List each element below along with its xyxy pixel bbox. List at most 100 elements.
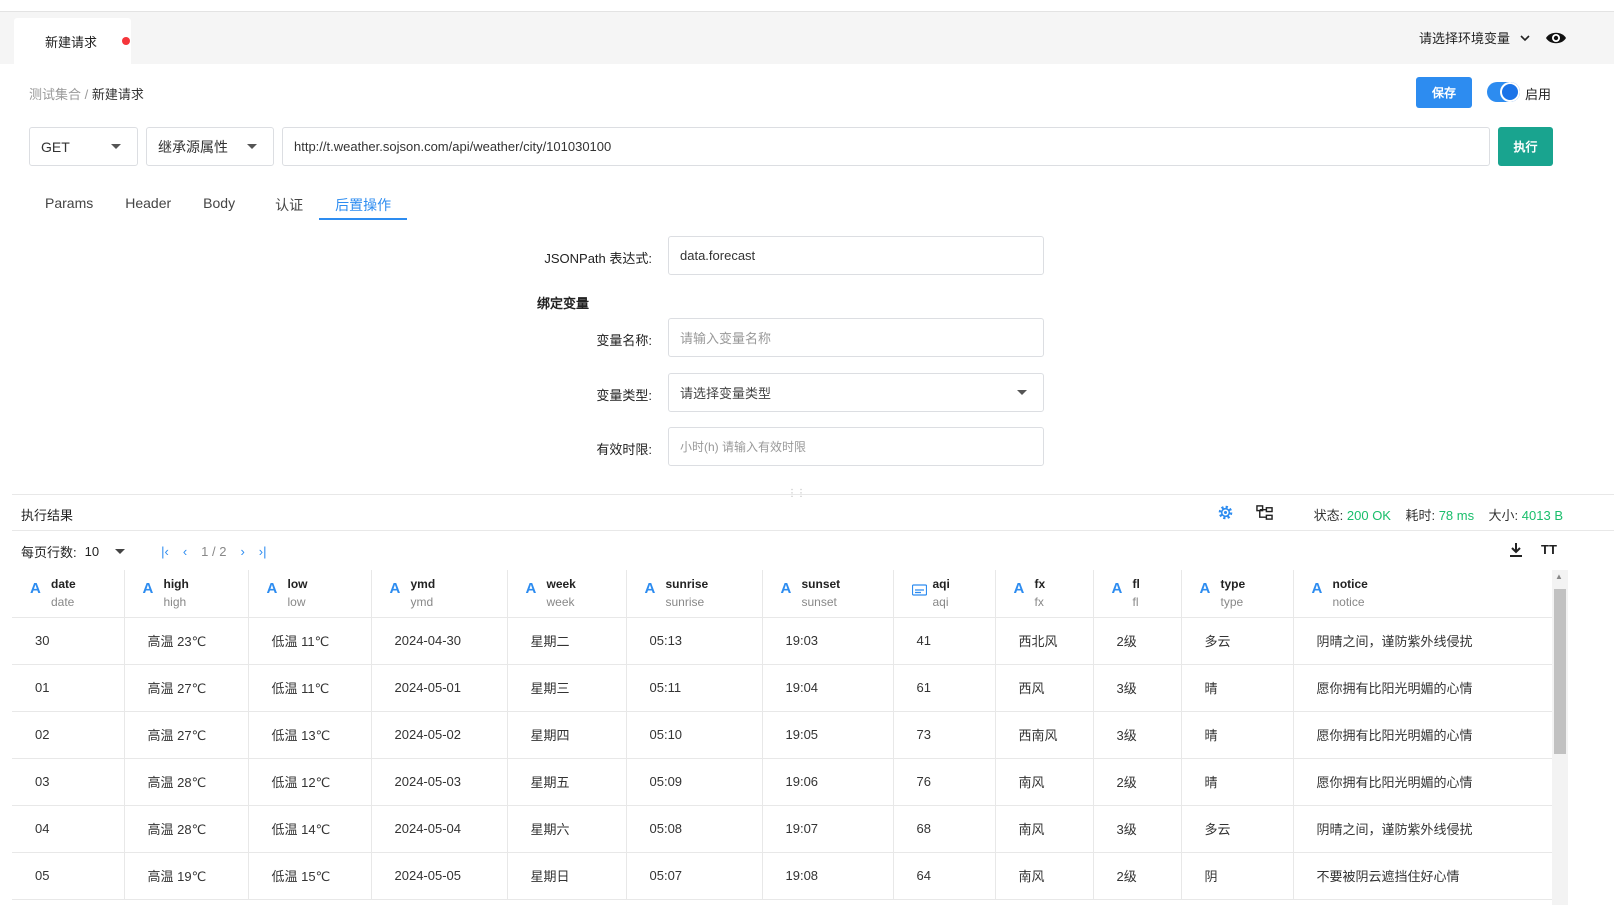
method-select[interactable]: GET [29, 127, 138, 166]
time-value: 78 ms [1438, 508, 1475, 523]
jsonpath-input[interactable]: data.forecast [668, 236, 1044, 275]
text-type-icon: A [780, 580, 792, 597]
tab-header[interactable]: Header [109, 184, 187, 220]
table-cell-low: 低温 11℃ [248, 664, 372, 712]
table-cell-low: 低温 12℃ [248, 758, 372, 806]
tab-body[interactable]: Body [187, 184, 251, 220]
ttl-input[interactable]: 小时(h) 请输入有效时限 [668, 427, 1044, 466]
column-name: high [163, 577, 189, 591]
column-header-date[interactable]: Adate date [12, 570, 125, 618]
table-cell-aqi: 61 [893, 664, 996, 712]
number-type-icon [911, 583, 927, 600]
caret-down-icon [247, 144, 257, 149]
enable-toggle[interactable] [1487, 82, 1520, 102]
table-cell-sunrise: 05:10 [626, 711, 763, 759]
column-header-notice[interactable]: Anotice notice [1293, 570, 1553, 618]
enable-toggle-label: 启用 [1525, 87, 1552, 102]
column-header-high[interactable]: Ahigh high [124, 570, 249, 618]
table-cell-date: 02 [12, 711, 125, 759]
text-type-icon: A [1311, 580, 1323, 597]
table-row[interactable]: 05 高温 19℃ 低温 15℃ 2024-05-05 星期日 05:07 19:08 64 南… [12, 852, 1553, 900]
gear-icon[interactable] [1217, 504, 1234, 521]
status-label: 状态: [1313, 508, 1344, 523]
column-name: ymd [410, 577, 436, 591]
tab-params[interactable]: Params [29, 184, 109, 220]
next-page-icon[interactable]: › [240, 544, 244, 559]
caret-down-icon[interactable] [115, 549, 126, 554]
table-cell-ymd: 2024-05-03 [371, 758, 508, 806]
text-type-icon: A [644, 580, 656, 597]
table-row[interactable]: 04 高温 28℃ 低温 14℃ 2024-05-04 星期六 05:08 19:07 68 南… [12, 805, 1553, 853]
var-name-input[interactable]: 请输入变量名称 [668, 318, 1044, 357]
table-row[interactable]: 30 高温 23℃ 低温 11℃ 2024-04-30 星期二 05:13 19:03 41 西… [12, 617, 1553, 665]
inherit-select[interactable]: 继承源属性 [146, 127, 274, 166]
tree-view-icon[interactable] [1256, 504, 1273, 521]
table-cell-sunset: 19:07 [762, 805, 894, 853]
table-cell-ymd: 2024-05-01 [371, 664, 508, 712]
column-header-aqi[interactable]: aqi aqi [893, 570, 996, 618]
table-cell-type: 晴 [1181, 758, 1294, 806]
table-cell-fl: 2级 [1093, 617, 1182, 665]
table-cell-sunrise: 05:11 [626, 664, 763, 712]
column-header-sunrise[interactable]: Asunrise sunrise [626, 570, 763, 618]
table-cell-aqi: 64 [893, 852, 996, 900]
table-row[interactable]: 01 高温 27℃ 低温 11℃ 2024-05-01 星期三 05:11 19:04 61 西… [12, 664, 1553, 712]
page-nav: |‹ ‹ 1 / 2 › ›| [161, 544, 266, 559]
text-type-icon: A [1111, 580, 1123, 597]
url-input[interactable]: http://t.weather.sojson.com/api/weather/… [282, 127, 1490, 166]
table-cell-low: 低温 14℃ [248, 805, 372, 853]
table-header-row: Adate date Ahigh high Alow low Aymd ymd Aweek wee… [12, 570, 1553, 618]
table-cell-date: 03 [12, 758, 125, 806]
column-header-week[interactable]: Aweek week [507, 570, 627, 618]
first-page-icon[interactable]: |‹ [161, 544, 169, 559]
table-row[interactable]: 02 高温 27℃ 低温 13℃ 2024-05-02 星期四 05:10 19:05 73 西… [12, 711, 1553, 759]
breadcrumb-parent[interactable]: 测试集合 [29, 87, 81, 102]
table-cell-fx: 西北风 [995, 617, 1094, 665]
table-row[interactable]: 03 高温 28℃ 低温 12℃ 2024-05-03 星期五 05:09 19:06 76 南… [12, 758, 1553, 806]
column-name: low [287, 577, 308, 591]
status-value: 200 OK [1346, 508, 1391, 523]
var-type-select[interactable]: 请选择变量类型 [668, 373, 1044, 412]
rows-per-page-value[interactable]: 10 [85, 544, 99, 559]
column-header-sunset[interactable]: Asunset sunset [762, 570, 894, 618]
tab-post-actions[interactable]: 后置操作 [319, 184, 408, 220]
table-cell-type: 阴 [1181, 852, 1294, 900]
table-cell-high: 高温 27℃ [124, 711, 249, 759]
eye-icon[interactable] [1545, 29, 1567, 47]
column-header-type[interactable]: Atype type [1181, 570, 1294, 618]
column-subtitle: ymd [410, 595, 434, 609]
run-button[interactable]: 执行 [1498, 127, 1553, 166]
table-cell-sunset: 19:03 [762, 617, 894, 665]
scroll-up-icon[interactable]: ▲ [1555, 572, 1563, 581]
main-content: 测试集合 / 新建请求 保存 启用 GET 继承源属性 http://t.wea… [12, 64, 1614, 905]
scrollbar-thumb[interactable] [1554, 589, 1566, 754]
ttl-placeholder: 小时(h) 请输入有效时限 [680, 440, 807, 454]
tab-auth[interactable]: 认证 [251, 184, 319, 220]
column-header-fx[interactable]: Afx fx [995, 570, 1094, 618]
unsaved-dot-icon [122, 37, 130, 45]
column-header-ymd[interactable]: Aymd ymd [371, 570, 508, 618]
caret-down-icon [111, 144, 121, 149]
last-page-icon[interactable]: ›| [259, 544, 267, 559]
bind-variable-title: 绑定变量 [537, 296, 590, 311]
env-select[interactable]: 请选择环境变量 [1419, 28, 1530, 47]
page-indicator: 1 / 2 [201, 544, 227, 559]
column-subtitle: sunrise [665, 595, 705, 609]
column-subtitle: notice [1332, 595, 1365, 609]
save-button[interactable]: 保存 [1416, 77, 1472, 108]
column-header-low[interactable]: Alow low [248, 570, 372, 618]
table-cell-type: 多云 [1181, 617, 1294, 665]
table-cell-week: 星期日 [507, 852, 627, 900]
tab-bar: 新建请求 请选择环境变量 [0, 11, 1614, 65]
column-name: notice [1332, 577, 1368, 591]
download-icon[interactable] [1508, 542, 1524, 558]
text-type-icon: A [1199, 580, 1211, 597]
table-cell-sunset: 19:04 [762, 664, 894, 712]
prev-page-icon[interactable]: ‹ [183, 544, 187, 559]
tab-new-request[interactable]: 新建请求 [14, 18, 131, 65]
column-header-fl[interactable]: Afl fl [1093, 570, 1182, 618]
font-size-icon[interactable]: TT [1541, 542, 1557, 557]
table-cell-ymd: 2024-05-02 [371, 711, 508, 759]
table-cell-low: 低温 11℃ [248, 617, 372, 665]
table-cell-sunrise: 05:09 [626, 758, 763, 806]
